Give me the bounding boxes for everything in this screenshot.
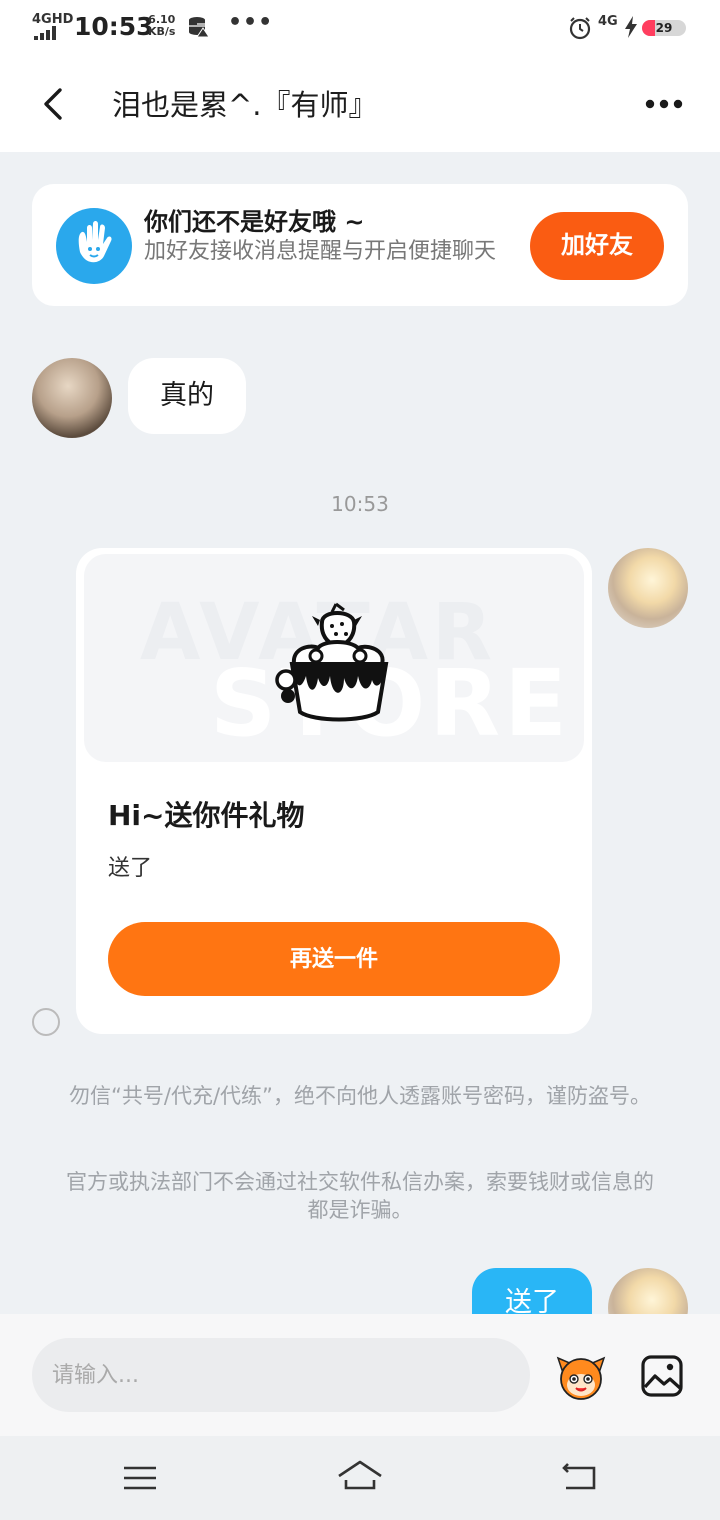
chat-title: 泪也是累^.『有师』 [112,88,378,122]
network-speed: 6.10 KB/s [148,14,175,38]
cake-gift-icon [275,602,389,722]
friend-card-title: 你们还不是好友哦 ~ [144,208,365,236]
input-bar [0,1314,720,1436]
gift-image: AVATAR STORE [84,554,584,762]
waving-hand-icon [56,208,132,284]
home-icon[interactable] [336,1458,384,1494]
send-another-gift-button[interactable]: 再送一件 [108,922,560,996]
gift-subtitle: 送了 [108,856,153,881]
message-input[interactable] [32,1338,530,1412]
security-notice: 勿信“共号/代充/代练”，绝不向他人透露账号密码，谨防盗号。 [69,1084,651,1108]
emoji-mascot-icon[interactable] [556,1352,606,1402]
message-timestamp: 10:53 [331,492,389,516]
my-avatar[interactable] [608,548,688,628]
image-icon[interactable] [640,1354,684,1398]
add-friend-banner: 你们还不是好友哦 ~ 加好友接收消息提醒与开启便捷聊天 加好友 [32,184,688,306]
message-status-indicator [32,1008,60,1036]
more-notifications-icon: ••• [228,10,274,35]
menu-icon[interactable] [122,1464,158,1492]
battery-icon: 29 [642,20,686,36]
incoming-message[interactable]: 真的 [128,358,246,434]
network-indicator-right: 4G [598,14,618,29]
charging-icon [625,16,637,38]
more-options-button[interactable] [642,86,686,122]
gift-message-card[interactable]: AVATAR STORE Hi~送你件礼物 送了 再送一件 [76,548,592,1034]
system-nav-bar [0,1436,720,1520]
status-bar: 4GHD 10:53 6.10 KB/s ••• 4G 29 [0,0,720,56]
contact-avatar[interactable] [32,358,112,438]
add-friend-button[interactable]: 加好友 [530,212,664,280]
gift-title: Hi~送你件礼物 [108,799,305,832]
speed-unit: KB/s [148,25,176,38]
alarm-icon [569,17,591,40]
network-indicator: 4GHD [32,12,74,27]
chat-header: 泪也是累^.『有师』 [0,56,720,152]
battery-level: 29 [655,21,673,35]
database-warning-icon [189,17,210,38]
back-icon[interactable] [560,1460,598,1492]
clock: 10:53 [74,12,154,41]
back-button[interactable] [36,86,72,122]
signal-icon [34,26,58,40]
friend-card-subtitle: 加好友接收消息提醒与开启便捷聊天 [144,239,497,264]
fraud-notice: 官方或执法部门不会通过社交软件私信办案，索要钱财或信息的都是诈骗。 [66,1170,654,1222]
